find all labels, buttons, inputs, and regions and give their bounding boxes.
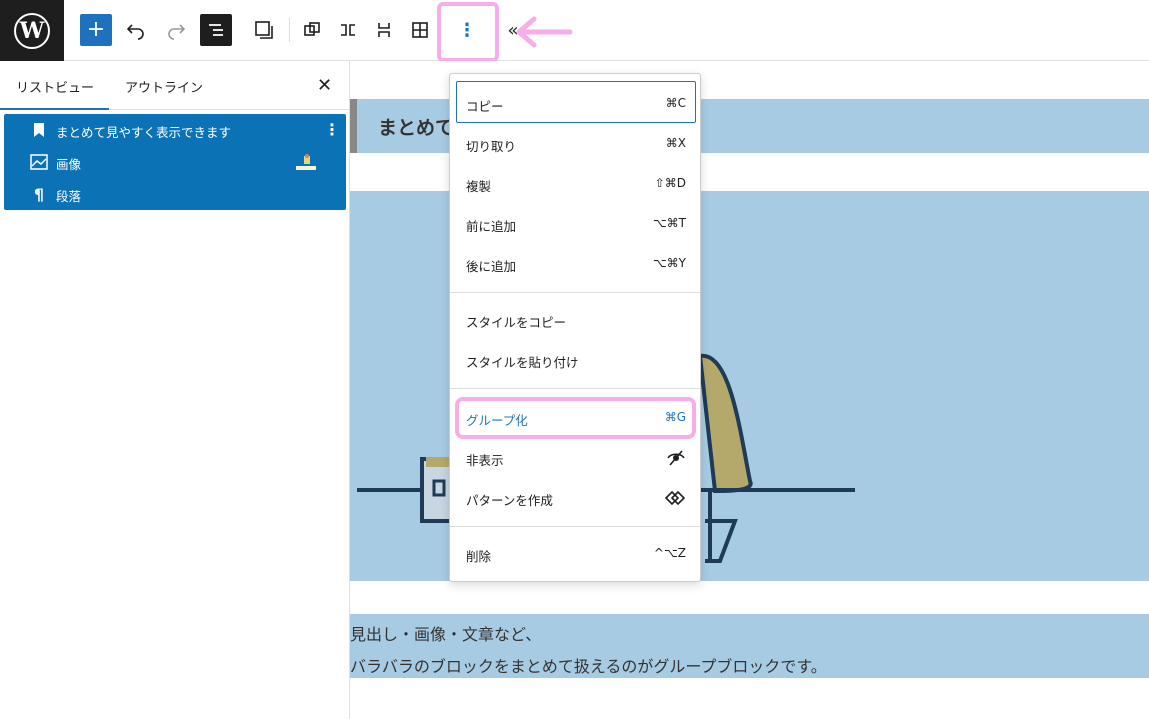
svg-text:W: W (19, 18, 45, 44)
menu-item-label: 複製 (466, 179, 492, 194)
undo-button[interactable] (120, 14, 152, 46)
menu-item-label: グループ化 (466, 413, 528, 428)
menu-item-label: スタイルをコピー (466, 315, 567, 330)
menu-item-copy[interactable]: コピー ⌘C (466, 94, 686, 114)
menu-item-shortcut: ⌥⌘T (652, 216, 686, 230)
sidebar-tabs: リストビュー アウトライン ✕ (0, 61, 349, 110)
menu-item-cut[interactable]: 切り取り ⌘X (466, 134, 686, 154)
bookmark-icon (30, 121, 48, 139)
list-item-group[interactable]: まとめて見やすく表示できます ⋮ (4, 114, 346, 146)
wordpress-logo[interactable]: W (0, 0, 64, 61)
active-tab-indicator (0, 108, 109, 110)
menu-item-shortcut: ^⌥Z (653, 546, 686, 560)
eye-slash-icon (666, 450, 686, 469)
toolbar-divider (289, 18, 290, 42)
menu-item-shortcut: ⌥⌘Y (652, 256, 686, 270)
undo-icon (126, 24, 144, 40)
menu-item-insert-after[interactable]: 後に追加 ⌥⌘Y (466, 254, 686, 274)
pointer-arrow-icon (516, 16, 573, 48)
list-item-image[interactable]: 画像 (4, 146, 346, 178)
close-icon[interactable]: ✕ (317, 75, 332, 96)
menu-item-label: 後に追加 (466, 259, 517, 274)
paragraph-icon: ¶ (33, 184, 45, 204)
menu-divider (450, 388, 700, 389)
stack-icon (378, 23, 390, 37)
menu-item-create-pattern[interactable]: パターンを作成 (466, 488, 686, 508)
list-item-label: 段落 (56, 189, 82, 204)
redo-button[interactable] (160, 14, 192, 46)
duplicate-button[interactable] (296, 14, 328, 46)
list-view-sidebar: リストビュー アウトライン ✕ まとめて見やすく表示できます ⋮ 画像 ¶ 段落 (0, 61, 350, 719)
menu-item-label: 非表示 (466, 453, 504, 468)
menu-divider (450, 292, 700, 293)
add-block-button[interactable]: + (80, 14, 112, 46)
block-options-menu: コピー ⌘C 切り取り ⌘X 複製 ⇧⌘D 前に追加 ⌥⌘T 後に追加 ⌥⌘Y … (449, 73, 701, 582)
menu-item-delete[interactable]: 削除 ^⌥Z (466, 544, 686, 564)
pattern-icon (664, 490, 686, 509)
grid-button[interactable] (404, 14, 436, 46)
heading-border (350, 99, 357, 153)
menu-item-hide[interactable]: 非表示 (466, 448, 686, 468)
grid-icon (412, 22, 428, 38)
menu-item-label: 切り取り (466, 139, 517, 154)
menu-item-label: パターンを作成 (466, 493, 553, 508)
list-view-icon (209, 24, 223, 36)
row-icon (341, 24, 355, 36)
more-vertical-icon[interactable]: ⋮ (324, 120, 340, 139)
image-icon (30, 153, 48, 171)
plus-icon: + (86, 17, 106, 42)
menu-item-label: コピー (466, 99, 504, 114)
list-item-label: 画像 (56, 157, 82, 172)
list-view-button[interactable] (200, 14, 232, 46)
list-item-paragraph[interactable]: ¶ 段落 (4, 178, 346, 210)
menu-item-paste-styles[interactable]: スタイルを貼り付け (466, 350, 686, 370)
block-list: まとめて見やすく表示できます ⋮ 画像 ¶ 段落 (4, 114, 346, 210)
editor-toolbar: W + ⋮ « (0, 0, 1149, 62)
redo-icon (168, 24, 186, 40)
menu-item-shortcut: ⌘C (665, 96, 686, 110)
paragraph-line-1[interactable]: 見出し・画像・文章など、 (350, 621, 541, 645)
paragraph-line-2[interactable]: バラバラのブロックをまとめて扱えるのがグループブロックです。 (350, 653, 827, 677)
menu-item-shortcut: ⇧⌘D (654, 176, 686, 190)
row-button[interactable] (332, 14, 364, 46)
more-vertical-icon: ⋮ (458, 19, 476, 41)
menu-item-insert-before[interactable]: 前に追加 ⌥⌘T (466, 214, 686, 234)
image-thumbnail (296, 154, 316, 175)
block-parent-button[interactable] (248, 14, 280, 46)
list-item-label: まとめて見やすく表示できます (56, 125, 232, 140)
menu-item-shortcut: ⌘G (664, 410, 686, 424)
stack-button[interactable] (368, 14, 400, 46)
menu-item-duplicate[interactable]: 複製 ⇧⌘D (466, 174, 686, 194)
wordpress-icon: W (14, 12, 50, 49)
tab-list-view[interactable]: リストビュー (16, 77, 94, 96)
menu-item-copy-styles[interactable]: スタイルをコピー (466, 310, 686, 330)
more-options-button[interactable]: ⋮ (451, 14, 483, 46)
menu-item-shortcut: ⌘X (665, 136, 686, 150)
menu-item-group[interactable]: グループ化 ⌘G (466, 408, 686, 428)
menu-item-label: 削除 (466, 549, 492, 564)
heading-text[interactable]: まとめて (378, 113, 454, 140)
menu-divider (450, 526, 700, 527)
copy-block-icon (255, 21, 273, 39)
tab-outline[interactable]: アウトライン (125, 77, 203, 96)
menu-item-label: スタイルを貼り付け (466, 355, 579, 370)
menu-item-label: 前に追加 (466, 219, 517, 234)
group-icon (304, 22, 320, 36)
